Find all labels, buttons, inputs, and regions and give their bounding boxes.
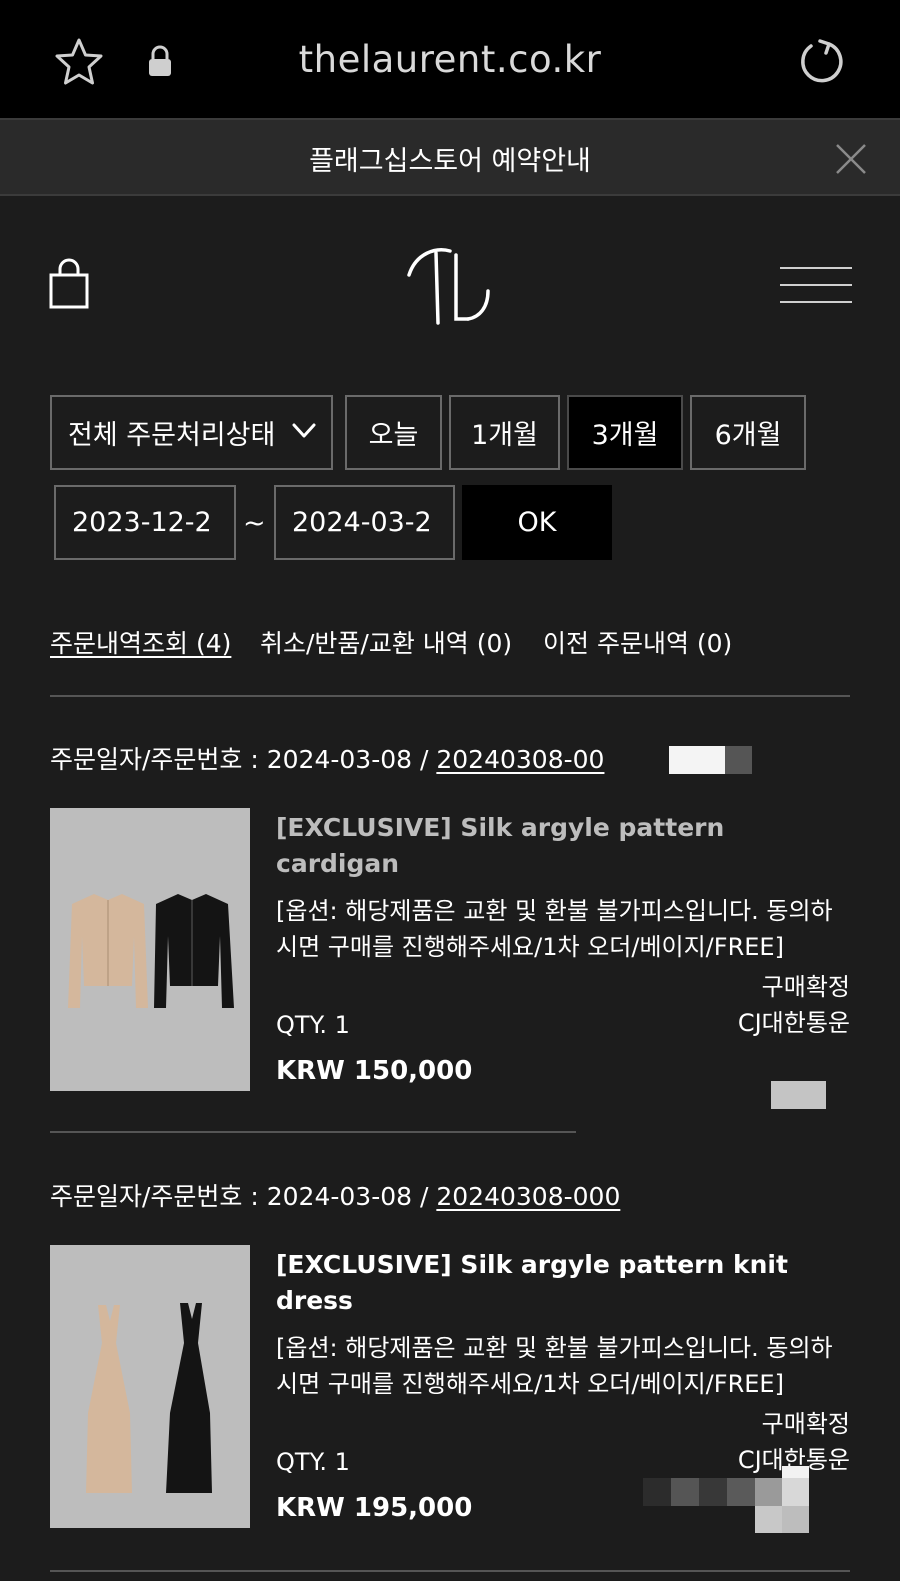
- redacted-block: [643, 1478, 671, 1506]
- order-date-number: 주문일자/주문번호 : 2024-03-08 / 20240308-000: [50, 1177, 620, 1213]
- redacted-block: [671, 1478, 699, 1506]
- date-to-field[interactable]: 2024-03-2: [274, 485, 455, 560]
- period-today-button[interactable]: 오늘: [345, 395, 442, 470]
- order-status-select[interactable]: 전체 주문처리상태: [50, 395, 333, 470]
- product-option: [옵션: 해당제품은 교환 및 환불 불가피스입니다. 동의하시면 구매를 진행…: [276, 1334, 833, 1398]
- order-status: 구매확정: [761, 973, 850, 1001]
- reload-icon[interactable]: [796, 36, 846, 86]
- product-image-dress[interactable]: [50, 1245, 250, 1528]
- date-range-separator: ~: [243, 508, 266, 539]
- redacted-block: [782, 1466, 809, 1478]
- ok-button[interactable]: OK: [462, 485, 612, 560]
- redacted-block: [771, 1081, 826, 1109]
- order-date-number: 주문일자/주문번호 : 2024-03-08 / 20240308-00: [50, 740, 604, 776]
- order-status: 구매확정: [761, 1410, 850, 1438]
- dress-image: [86, 1303, 212, 1493]
- product-option: [옵션: 해당제품은 교환 및 환불 불가피스입니다. 동의하시면 구매를 진행…: [276, 897, 833, 961]
- address-bar-url[interactable]: thelaurent.co.kr: [0, 38, 900, 81]
- order-date-label: 주문일자/주문번호 : 2024-03-08 /: [50, 1182, 437, 1211]
- redacted-block: [727, 1478, 755, 1506]
- shopping-bag-icon[interactable]: [48, 258, 90, 310]
- product-title[interactable]: [EXCLUSIVE] Silk argyle pattern knit dre…: [276, 1247, 846, 1319]
- divider: [50, 1570, 850, 1572]
- cardigan-image: [68, 894, 234, 1008]
- period-3-month-button[interactable]: 3개월: [567, 395, 683, 470]
- close-icon[interactable]: [834, 142, 868, 176]
- period-6-month-button[interactable]: 6개월: [690, 395, 806, 470]
- tab-cancel-return-exchange[interactable]: 취소/반품/교환 내역 (0): [260, 624, 512, 660]
- redacted-order-number: [669, 746, 725, 774]
- product-price: KRW 150,000: [276, 1056, 473, 1086]
- redacted-block: [782, 1506, 809, 1533]
- product-image-cardigan[interactable]: [50, 808, 250, 1091]
- redacted-block: [755, 1506, 782, 1533]
- divider: [50, 695, 850, 697]
- redacted-block: [755, 1478, 782, 1506]
- browser-toolbar: thelaurent.co.kr: [0, 0, 900, 118]
- redacted-order-number: [725, 746, 752, 774]
- order-date-label: 주문일자/주문번호 : 2024-03-08 /: [50, 745, 437, 774]
- redacted-block: [699, 1478, 727, 1506]
- product-price: KRW 195,000: [276, 1493, 473, 1523]
- chevron-down-icon: [292, 423, 316, 438]
- brand-logo[interactable]: [406, 245, 492, 327]
- notice-text[interactable]: 플래그십스토어 예약안내: [0, 139, 900, 178]
- tab-previous-orders[interactable]: 이전 주문내역 (0): [543, 624, 732, 660]
- tab-order-history[interactable]: 주문내역조회 (4): [50, 624, 231, 660]
- date-from-field[interactable]: 2023-12-2: [54, 485, 236, 560]
- product-quantity: QTY. 1: [276, 1011, 350, 1039]
- period-1-month-button[interactable]: 1개월: [449, 395, 560, 470]
- order-number-link[interactable]: 20240308-00: [436, 745, 604, 774]
- hamburger-menu-icon[interactable]: [780, 266, 852, 306]
- product-quantity: QTY. 1: [276, 1448, 350, 1476]
- order-status-select-label: 전체 주문처리상태: [68, 420, 276, 451]
- order-number-link[interactable]: 20240308-000: [436, 1182, 620, 1211]
- divider: [50, 1131, 576, 1133]
- notice-banner: 플래그십스토어 예약안내: [0, 118, 900, 196]
- redacted-block: [782, 1478, 809, 1506]
- product-title[interactable]: [EXCLUSIVE] Silk argyle pattern cardigan: [276, 810, 846, 882]
- delivery-carrier: CJ대한통운: [737, 1009, 850, 1037]
